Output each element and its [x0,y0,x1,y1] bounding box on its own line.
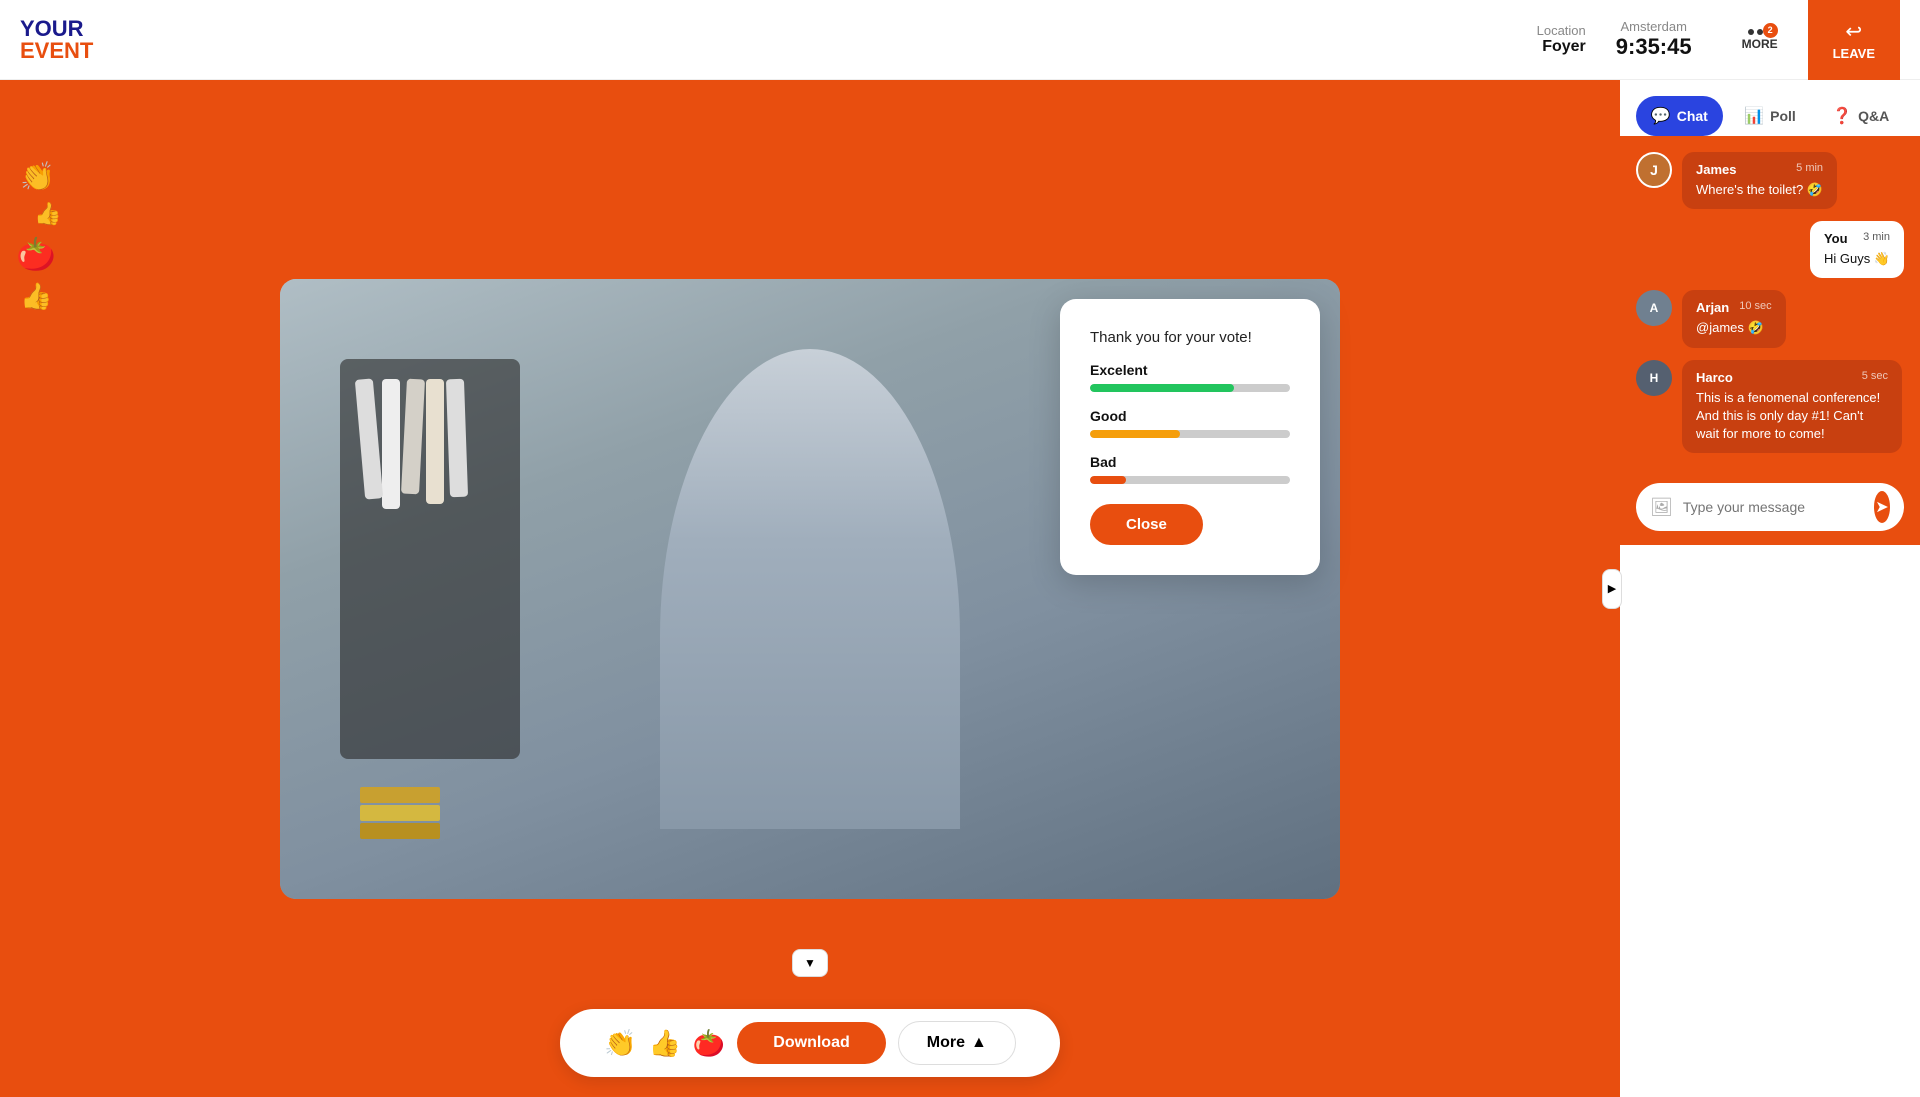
logo-top: YOUR [20,18,93,40]
header-location: Location Foyer [1537,23,1586,56]
reaction-1: 👏 [20,160,61,193]
poll-close-button[interactable]: Close [1090,504,1203,545]
leave-icon: ↩ [1845,19,1862,44]
sidebar: 💬 Chat 📊 Poll ❓ Q&A J [1620,80,1920,545]
logo-bottom: EVENT [20,40,93,62]
poll-overlay: Thank you for your vote! Excelent Good B… [1060,299,1320,575]
qa-icon: ❓ [1832,106,1852,126]
poll-bar-good [1090,430,1180,438]
header-right: Location Foyer Amsterdam 9:35:45 2 MORE … [1537,0,1900,80]
chat-input-area: 🖼 ➤ [1620,469,1920,545]
reaction-clap[interactable]: 👏 [604,1028,636,1059]
poll-option-bad: Bad [1090,454,1290,484]
chat-input[interactable] [1683,499,1864,515]
bubble-you: You 3 min Hi Guys 👋 [1810,221,1904,278]
more-badge: 2 [1763,23,1778,38]
logo: YOUR EVENT [20,18,93,62]
avatar-james: J [1636,152,1672,188]
message-row-you: You 3 min Hi Guys 👋 [1636,221,1904,278]
chevron-down-icon: ▼ [804,956,816,970]
chat-input-row: 🖼 ➤ [1636,483,1904,531]
header: YOUR EVENT Location Foyer Amsterdam 9:35… [0,0,1920,80]
message-row-arjan: A Arjan 10 sec @james 🤣 [1636,290,1904,347]
sidebar-collapse-button[interactable]: ▶ [1602,569,1622,609]
sidebar-wrapper: ▶ 💬 Chat 📊 Poll ❓ Q&A [1620,80,1920,1097]
bubble-arjan: Arjan 10 sec @james 🤣 [1682,290,1786,347]
tab-qa[interactable]: ❓ Q&A [1817,96,1904,136]
more-button[interactable]: 2 MORE [1722,19,1798,61]
bubble-james: James 5 min Where's the toilet? 🤣 [1682,152,1837,209]
tab-poll[interactable]: 📊 Poll [1727,96,1814,136]
chat-messages: J James 5 min Where's the toilet? 🤣 [1620,136,1920,469]
avatar-arjan: A [1636,290,1672,326]
message-row-harco: H Harco 5 sec This is a fenomenal confer… [1636,360,1904,454]
poll-bar-excellent [1090,384,1234,392]
send-icon: ➤ [1875,497,1888,517]
send-button[interactable]: ➤ [1874,491,1890,523]
poll-bar-bad [1090,476,1126,484]
header-time: Amsterdam 9:35:45 [1616,19,1692,60]
tab-chat[interactable]: 💬 Chat [1636,96,1723,136]
video-container: Thank you for your vote! Excelent Good B… [280,279,1340,899]
sidebar-tabs: 💬 Chat 📊 Poll ❓ Q&A [1620,80,1920,136]
leave-button[interactable]: ↩ LEAVE [1808,0,1900,80]
presenter-silhouette [660,349,960,829]
reaction-2: 👍 [34,201,61,227]
reaction-tomato[interactable]: 🍅 [693,1028,725,1059]
collapse-button[interactable]: ▼ [792,949,828,977]
video-area: 👏 👍 🍅 👍 [0,80,1620,1097]
more-button-toolbar[interactable]: More ▲ [898,1021,1016,1065]
avatar-harco: H [1636,360,1672,396]
chevron-right-icon: ▶ [1608,582,1616,595]
poll-thankyou: Thank you for your vote! [1090,329,1290,346]
main-layout: 👏 👍 🍅 👍 [0,80,1920,1097]
reaction-3: 🍅 [16,235,61,273]
bubble-harco: Harco 5 sec This is a fenomenal conferen… [1682,360,1902,454]
poll-icon: 📊 [1744,106,1764,126]
chat-icon: 💬 [1651,106,1671,126]
reaction-thumbsup[interactable]: 👍 [649,1028,681,1059]
reaction-4: 👍 [20,281,61,312]
reaction-bar: 👏 👍 🍅 Download More ▲ [560,1009,1060,1077]
chevron-up-icon: ▲ [971,1034,987,1052]
download-button[interactable]: Download [737,1022,885,1064]
message-row-james: J James 5 min Where's the toilet? 🤣 [1636,152,1904,209]
poll-option-good: Good [1090,408,1290,438]
more-dots: 2 [1748,29,1772,37]
floating-reactions: 👏 👍 🍅 👍 [20,160,61,312]
image-icon: 🖼 [1650,497,1673,518]
poll-option-excellent: Excelent [1090,362,1290,392]
